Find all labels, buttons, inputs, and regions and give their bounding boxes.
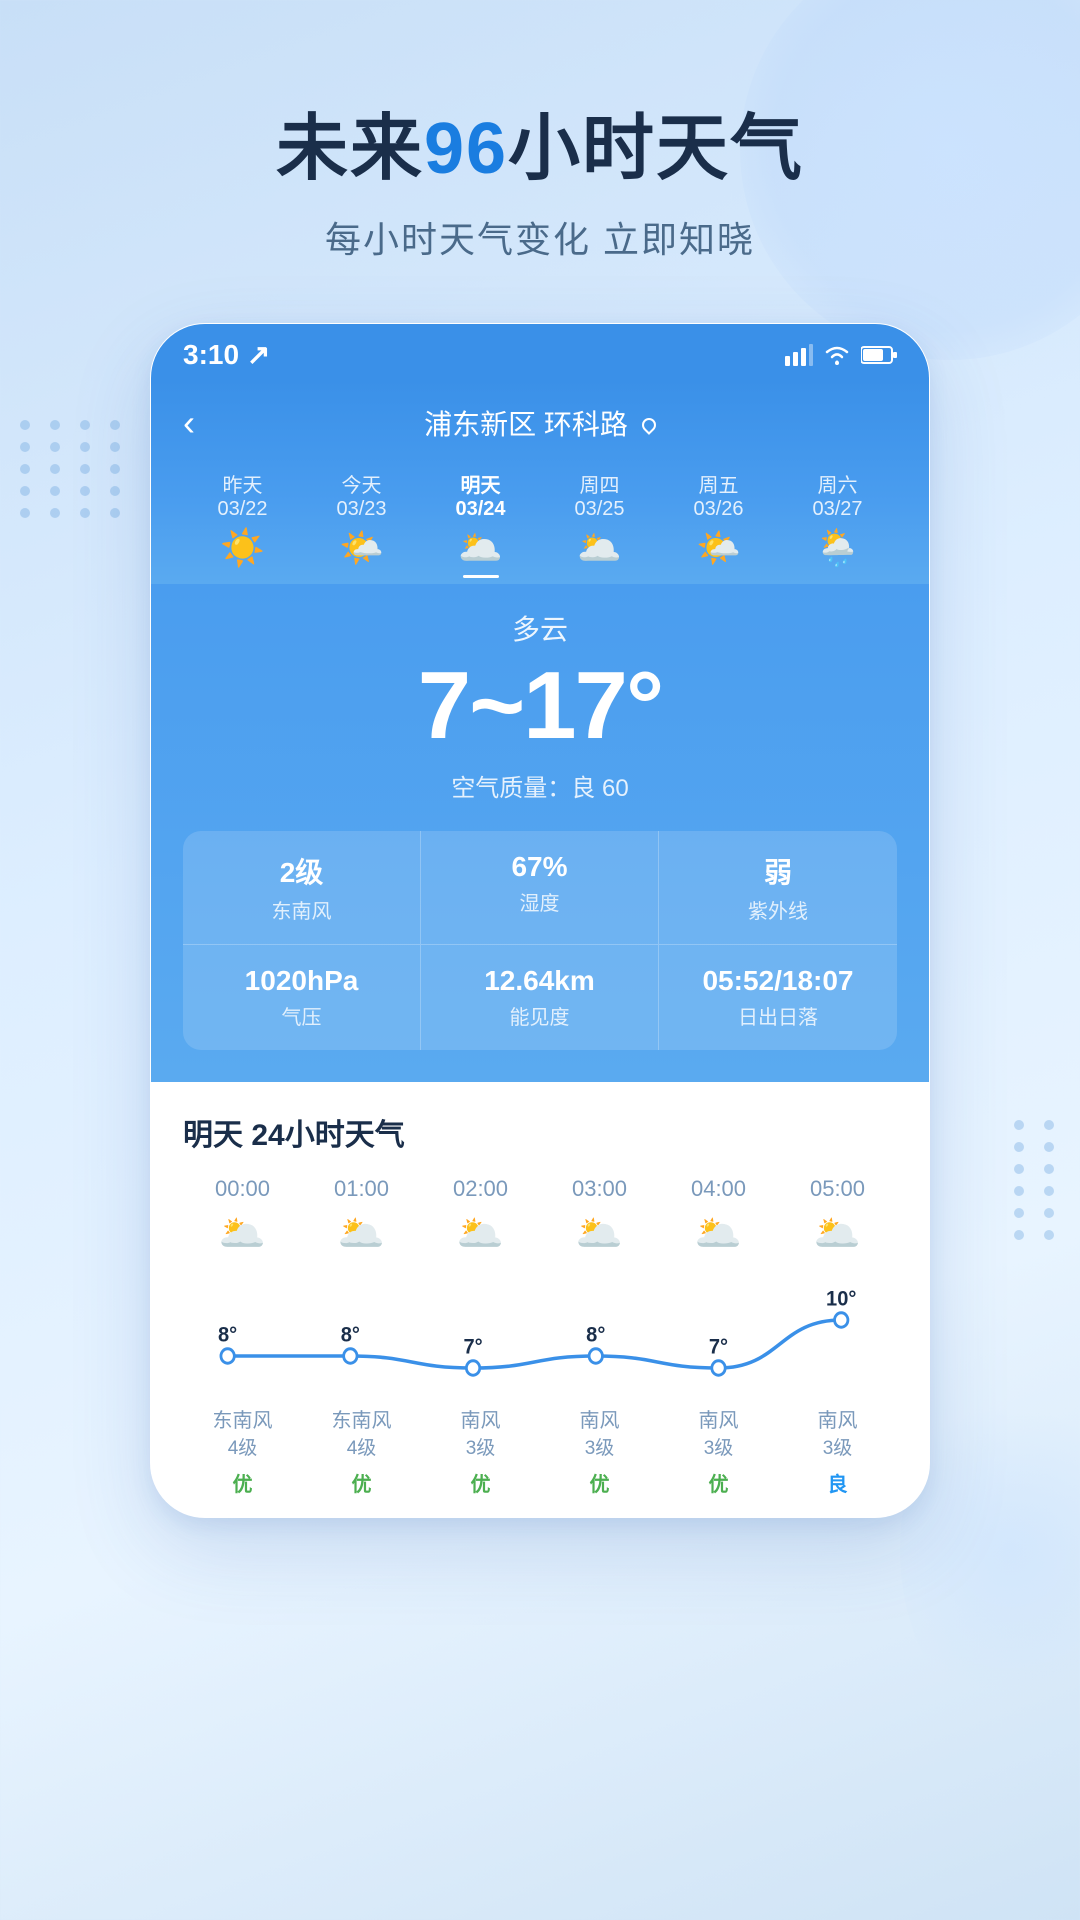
location-pin-icon <box>639 415 659 435</box>
wind-col-2: 南风 3级 <box>421 1400 540 1460</box>
aqi-col-5: 良 <box>778 1468 897 1497</box>
page-header: 未来96小时天气 每小时天气变化 立即知晓 <box>0 0 1080 263</box>
hour-col-2: 02:00 🌥️ <box>421 1176 540 1262</box>
svg-text:7°: 7° <box>709 1335 728 1359</box>
stat-cell-0: 2级 东南风 <box>183 831 421 945</box>
phone-screen: 3:10 ↗ <box>150 323 930 1518</box>
hour-col-3: 03:00 🌥️ <box>540 1176 659 1262</box>
hourly-row: 00:00 🌥️ 01:00 🌥️ 02:00 🌥️ 03:00 🌥️ 04:0… <box>183 1176 897 1262</box>
svg-text:8°: 8° <box>341 1323 360 1347</box>
weather-header: ‹ 浦东新区 环科路 昨天 03/22 ☀️ 今天 03/23 🌤️ 明天 03… <box>151 379 929 584</box>
title-highlight: 96 <box>424 109 508 189</box>
aqi-col-1: 优 <box>302 1468 421 1497</box>
aqi-col-2: 优 <box>421 1468 540 1497</box>
nav-bar: ‹ 浦东新区 环科路 <box>183 395 897 459</box>
location-label: 浦东新区 环科路 <box>424 403 656 443</box>
title-part1: 未来 <box>276 109 424 189</box>
stat-cell-1: 67% 湿度 <box>421 831 659 945</box>
stat-cell-3: 1020hPa 气压 <box>183 945 421 1050</box>
svg-text:8°: 8° <box>586 1323 605 1347</box>
svg-text:10°: 10° <box>826 1287 856 1311</box>
weather-stats-grid: 2级 东南风 67% 湿度 弱 紫外线 1020hPa 气压 12.64km 能… <box>183 831 897 1050</box>
day-tab-4[interactable]: 周五 03/26 🌤️ <box>659 469 778 578</box>
temp-chart: 8° 8° 7° 8° 7° 10° <box>183 1272 897 1392</box>
temp-line-chart: 8° 8° 7° 8° 7° 10° <box>183 1272 897 1392</box>
aqi-badge: 优 <box>580 1471 620 1499</box>
wind-col-5: 南风 3级 <box>778 1400 897 1460</box>
page-subtitle: 每小时天气变化 立即知晓 <box>0 211 1080 263</box>
weather-description: 多云 <box>183 608 897 648</box>
aqi-badge: 良 <box>818 1471 858 1499</box>
page-title: 未来96小时天气 <box>0 110 1080 189</box>
day-tab-1[interactable]: 今天 03/23 🌤️ <box>302 469 421 578</box>
stat-cell-2: 弱 紫外线 <box>659 831 897 945</box>
wind-row: 东南风 4级 东南风 4级 南风 3级 南风 3级 南风 3级 南风 3级 <box>183 1400 897 1460</box>
air-quality: 空气质量：良 60 <box>183 768 897 803</box>
day-tab-0[interactable]: 昨天 03/22 ☀️ <box>183 469 302 578</box>
hour-col-0: 00:00 🌥️ <box>183 1176 302 1262</box>
aqi-badge: 优 <box>461 1471 501 1499</box>
title-part2: 小时天气 <box>508 109 804 189</box>
hourly-section: 明天 24小时天气 00:00 🌥️ 01:00 🌥️ 02:00 🌥️ 03:… <box>151 1082 929 1517</box>
status-icons <box>785 344 897 366</box>
day-tab-3[interactable]: 周四 03/25 🌥️ <box>540 469 659 578</box>
day-tab-2[interactable]: 明天 03/24 🌥️ <box>421 469 540 578</box>
wind-col-3: 南风 3级 <box>540 1400 659 1460</box>
hour-col-5: 05:00 🌥️ <box>778 1176 897 1262</box>
aqi-col-0: 优 <box>183 1468 302 1497</box>
status-bar: 3:10 ↗ <box>151 324 929 379</box>
battery-icon <box>861 345 897 365</box>
day-tab-5[interactable]: 周六 03/27 🌦️ <box>778 469 897 578</box>
aqi-row: 优优优优优良 <box>183 1468 897 1497</box>
aqi-badge: 优 <box>699 1471 739 1499</box>
stat-cell-5: 05:52/18:07 日出日落 <box>659 945 897 1050</box>
hourly-section-title: 明天 24小时天气 <box>183 1110 897 1154</box>
svg-text:8°: 8° <box>218 1323 237 1347</box>
aqi-col-3: 优 <box>540 1468 659 1497</box>
active-tab-indicator <box>463 575 499 578</box>
wind-col-4: 南风 3级 <box>659 1400 778 1460</box>
wind-col-1: 东南风 4级 <box>302 1400 421 1460</box>
phone-mockup: 3:10 ↗ <box>150 323 930 1518</box>
aqi-badge: 优 <box>223 1471 263 1499</box>
weather-main: 多云 7~17° 空气质量：良 60 2级 东南风 67% 湿度 弱 紫外线 1… <box>151 584 929 1082</box>
temperature-range: 7~17° <box>183 658 897 754</box>
wifi-icon <box>823 344 851 366</box>
hour-col-1: 01:00 🌥️ <box>302 1176 421 1262</box>
svg-text:7°: 7° <box>463 1335 482 1359</box>
stat-cell-4: 12.64km 能见度 <box>421 945 659 1050</box>
status-time: 3:10 ↗ <box>183 338 270 371</box>
decorative-dots-left <box>20 420 128 518</box>
decorative-dots-right <box>1014 1120 1062 1240</box>
wind-col-0: 东南风 4级 <box>183 1400 302 1460</box>
aqi-col-4: 优 <box>659 1468 778 1497</box>
hour-col-4: 04:00 🌥️ <box>659 1176 778 1262</box>
signal-icon <box>785 344 813 366</box>
day-tabs[interactable]: 昨天 03/22 ☀️ 今天 03/23 🌤️ 明天 03/24 🌥️ 周四 0… <box>183 459 897 584</box>
aqi-badge: 优 <box>342 1471 382 1499</box>
back-button[interactable]: ‹ <box>183 402 195 444</box>
